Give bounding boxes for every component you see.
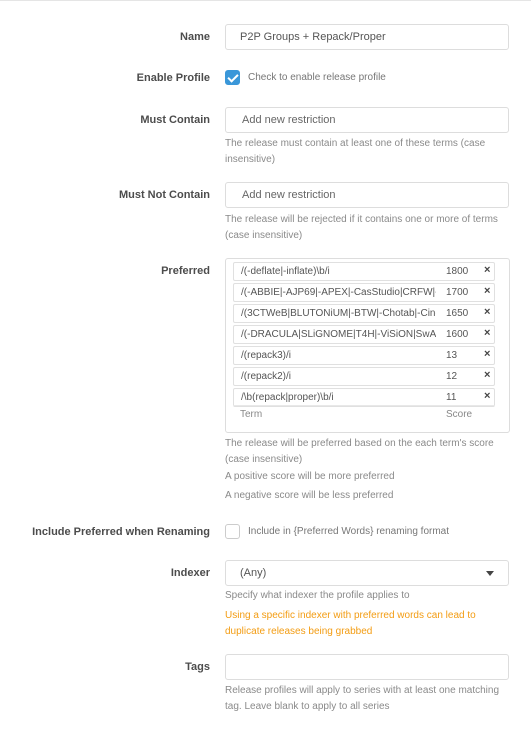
preferred-term[interactable]: /(repack2)/i xyxy=(241,371,436,382)
preferred-row[interactable]: /(repack3)/i 13 × xyxy=(233,346,495,365)
preferred-row[interactable]: /(-ABBIE|-AJP69|-APEX|-CasStudio|CRFW|-C… xyxy=(233,283,495,302)
remove-icon[interactable]: × xyxy=(484,327,490,339)
enable-profile-text: Check to enable release profile xyxy=(248,72,386,83)
preferred-score[interactable]: 13 xyxy=(446,350,476,361)
preferred-term[interactable]: /(-deflate|-inflate)\b/i xyxy=(241,266,436,277)
preferred-row[interactable]: /(-DRACULA|SLiGNOME|T4H|-ViSiON|SwAgl 16… xyxy=(233,325,495,344)
preferred-score[interactable]: 1600 xyxy=(446,329,476,340)
include-preferred-text: Include in {Preferred Words} renaming fo… xyxy=(248,526,450,537)
include-preferred-label: Include Preferred when Renaming xyxy=(32,526,210,538)
preferred-header-divider xyxy=(233,405,495,406)
remove-icon[interactable]: × xyxy=(484,390,490,402)
preferred-label: Preferred xyxy=(161,265,210,277)
remove-icon[interactable]: × xyxy=(484,264,490,276)
preferred-terms-box: /(-deflate|-inflate)\b/i 1800 × /(-ABBIE… xyxy=(225,258,510,433)
top-divider xyxy=(0,0,531,1)
preferred-term[interactable]: /(-DRACULA|SLiGNOME|T4H|-ViSiON|SwAgl xyxy=(241,329,436,340)
indexer-select[interactable]: (Any) xyxy=(225,560,509,586)
preferred-score[interactable]: 11 xyxy=(446,392,476,403)
indexer-selected-value: (Any) xyxy=(240,567,267,579)
name-label: Name xyxy=(180,31,210,43)
must-not-contain-help: The release will be rejected if it conta… xyxy=(225,214,498,241)
term-column-header: Term xyxy=(240,409,263,420)
tags-label: Tags xyxy=(185,661,210,673)
must-contain-input[interactable]: Add new restriction xyxy=(225,107,509,133)
preferred-term[interactable]: /(repack3)/i xyxy=(241,350,436,361)
must-contain-label: Must Contain xyxy=(140,114,210,126)
tags-help: Release profiles will apply to series wi… xyxy=(225,685,500,712)
preferred-row[interactable]: /(repack2)/i 12 × xyxy=(233,367,495,386)
include-preferred-checkbox[interactable] xyxy=(225,524,240,539)
preferred-term[interactable]: /\b(repack|proper)\b/i xyxy=(241,392,436,403)
preferred-row[interactable]: /(3CTWeB|BLUTONiUM|-BTW|-Chotab|-Cine 16… xyxy=(233,304,495,323)
indexer-help: Specify what indexer the profile applies… xyxy=(225,590,410,601)
preferred-term[interactable]: /(3CTWeB|BLUTONiUM|-BTW|-Chotab|-Cine xyxy=(241,308,436,319)
remove-icon[interactable]: × xyxy=(484,348,490,360)
tags-input[interactable] xyxy=(225,654,509,680)
remove-icon[interactable]: × xyxy=(484,285,490,297)
must-not-contain-label: Must Not Contain xyxy=(118,189,210,201)
name-input[interactable]: P2P Groups + Repack/Proper xyxy=(225,24,509,50)
score-column-header: Score xyxy=(446,409,473,420)
preferred-help: The release will be preferred based on t… xyxy=(225,438,494,465)
preferred-score[interactable]: 1800 xyxy=(446,266,476,277)
remove-icon[interactable]: × xyxy=(484,369,490,381)
must-not-contain-input[interactable]: Add new restriction xyxy=(225,182,509,208)
preferred-help-negative: A negative score will be less preferred xyxy=(225,490,394,501)
enable-profile-checkbox[interactable] xyxy=(225,70,240,85)
chevron-down-icon xyxy=(486,571,494,576)
preferred-help-positive: A positive score will be more preferred xyxy=(225,471,395,482)
preferred-score[interactable]: 12 xyxy=(446,371,476,382)
indexer-warning: Using a specific indexer with preferred … xyxy=(225,610,476,637)
preferred-row[interactable]: /(-deflate|-inflate)\b/i 1800 × xyxy=(233,262,495,281)
preferred-term[interactable]: /(-ABBIE|-AJP69|-APEX|-CasStudio|CRFW|-C xyxy=(241,287,436,298)
enable-profile-label: Enable Profile xyxy=(136,72,210,84)
remove-icon[interactable]: × xyxy=(484,306,490,318)
preferred-score[interactable]: 1650 xyxy=(446,308,476,319)
must-contain-help: The release must contain at least one of… xyxy=(225,138,486,165)
indexer-label: Indexer xyxy=(170,567,210,579)
preferred-score[interactable]: 1700 xyxy=(446,287,476,298)
